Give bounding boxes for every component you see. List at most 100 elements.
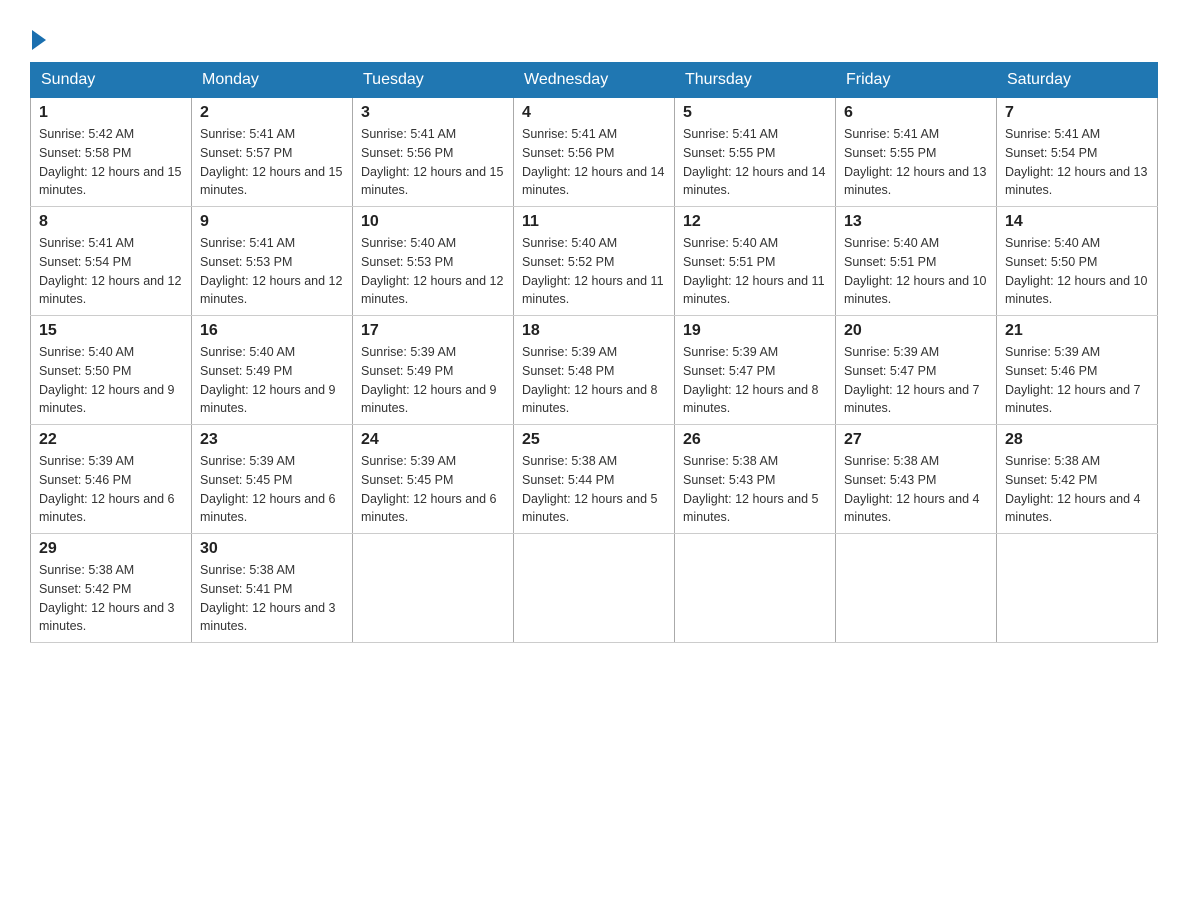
day-number: 19 [683,322,827,340]
header-sunday: Sunday [31,63,192,98]
logo [30,20,46,52]
day-number: 25 [522,431,666,449]
calendar-cell: 1 Sunrise: 5:42 AMSunset: 5:58 PMDaylight… [31,98,192,207]
day-info: Sunrise: 5:40 AMSunset: 5:49 PMDaylight:… [200,343,344,418]
calendar-cell: 19 Sunrise: 5:39 AMSunset: 5:47 PMDayligh… [675,316,836,425]
calendar-cell: 24 Sunrise: 5:39 AMSunset: 5:45 PMDayligh… [353,425,514,534]
calendar-week-row: 22Sunrise: 5:39 AMSunset: 5:46 PMDayligh… [31,425,1158,534]
day-info: Sunrise: 5:38 AMSunset: 5:42 PMDaylight:… [39,561,183,636]
calendar-cell: 27Sunrise: 5:38 AMSunset: 5:43 PMDayligh… [836,425,997,534]
day-info: Sunrise: 5:40 AMSunset: 5:51 PMDaylight:… [844,234,988,309]
day-number: 12 [683,213,827,231]
calendar-cell: 9 Sunrise: 5:41 AMSunset: 5:53 PMDaylight… [192,207,353,316]
day-number: 1 [39,104,183,122]
calendar-cell: 6 Sunrise: 5:41 AMSunset: 5:55 PMDaylight… [836,98,997,207]
calendar-week-row: 29 Sunrise: 5:38 AMSunset: 5:42 PMDayligh… [31,534,1158,643]
day-info: Sunrise: 5:39 AMSunset: 5:47 PMDaylight:… [683,343,827,418]
day-info: Sunrise: 5:40 AMSunset: 5:52 PMDaylight:… [522,234,666,309]
day-number: 13 [844,213,988,231]
day-number: 10 [361,213,505,231]
calendar-cell: 18 Sunrise: 5:39 AMSunset: 5:48 PMDayligh… [514,316,675,425]
day-info: Sunrise: 5:39 AMSunset: 5:46 PMDaylight:… [39,452,183,527]
calendar-cell: 8 Sunrise: 5:41 AMSunset: 5:54 PMDaylight… [31,207,192,316]
day-info: Sunrise: 5:39 AMSunset: 5:48 PMDaylight:… [522,343,666,418]
logo-triangle-icon [32,30,46,50]
header-wednesday: Wednesday [514,63,675,98]
day-info: Sunrise: 5:41 AMSunset: 5:54 PMDaylight:… [39,234,183,309]
calendar-cell: 17 Sunrise: 5:39 AMSunset: 5:49 PMDayligh… [353,316,514,425]
day-number: 6 [844,104,988,122]
calendar-cell: 16 Sunrise: 5:40 AMSunset: 5:49 PMDayligh… [192,316,353,425]
day-info: Sunrise: 5:42 AMSunset: 5:58 PMDaylight:… [39,125,183,200]
day-info: Sunrise: 5:41 AMSunset: 5:54 PMDaylight:… [1005,125,1149,200]
day-number: 9 [200,213,344,231]
calendar-table: SundayMondayTuesdayWednesdayThursdayFrid… [30,62,1158,643]
day-info: Sunrise: 5:38 AMSunset: 5:41 PMDaylight:… [200,561,344,636]
calendar-cell [675,534,836,643]
day-number: 30 [200,540,344,558]
day-number: 5 [683,104,827,122]
calendar-cell: 12 Sunrise: 5:40 AMSunset: 5:51 PMDayligh… [675,207,836,316]
calendar-cell: 4Sunrise: 5:41 AMSunset: 5:56 PMDaylight… [514,98,675,207]
calendar-cell: 5 Sunrise: 5:41 AMSunset: 5:55 PMDaylight… [675,98,836,207]
day-info: Sunrise: 5:38 AMSunset: 5:42 PMDaylight:… [1005,452,1149,527]
day-info: Sunrise: 5:41 AMSunset: 5:57 PMDaylight:… [200,125,344,200]
calendar-cell [997,534,1158,643]
calendar-cell: 15 Sunrise: 5:40 AMSunset: 5:50 PMDayligh… [31,316,192,425]
calendar-cell [836,534,997,643]
day-number: 3 [361,104,505,122]
calendar-cell [353,534,514,643]
day-number: 4 [522,104,666,122]
calendar-week-row: 15 Sunrise: 5:40 AMSunset: 5:50 PMDayligh… [31,316,1158,425]
day-number: 17 [361,322,505,340]
day-info: Sunrise: 5:39 AMSunset: 5:46 PMDaylight:… [1005,343,1149,418]
day-number: 8 [39,213,183,231]
day-info: Sunrise: 5:39 AMSunset: 5:47 PMDaylight:… [844,343,988,418]
calendar-cell: 28 Sunrise: 5:38 AMSunset: 5:42 PMDayligh… [997,425,1158,534]
calendar-cell: 11Sunrise: 5:40 AMSunset: 5:52 PMDayligh… [514,207,675,316]
day-number: 26 [683,431,827,449]
day-number: 15 [39,322,183,340]
calendar-cell: 20 Sunrise: 5:39 AMSunset: 5:47 PMDayligh… [836,316,997,425]
day-info: Sunrise: 5:39 AMSunset: 5:45 PMDaylight:… [361,452,505,527]
calendar-cell: 7Sunrise: 5:41 AMSunset: 5:54 PMDaylight… [997,98,1158,207]
day-number: 16 [200,322,344,340]
calendar-cell: 10 Sunrise: 5:40 AMSunset: 5:53 PMDayligh… [353,207,514,316]
day-number: 29 [39,540,183,558]
day-info: Sunrise: 5:38 AMSunset: 5:43 PMDaylight:… [844,452,988,527]
day-info: Sunrise: 5:38 AMSunset: 5:44 PMDaylight:… [522,452,666,527]
calendar-cell: 29 Sunrise: 5:38 AMSunset: 5:42 PMDayligh… [31,534,192,643]
day-info: Sunrise: 5:40 AMSunset: 5:50 PMDaylight:… [39,343,183,418]
day-number: 18 [522,322,666,340]
day-number: 14 [1005,213,1149,231]
day-number: 21 [1005,322,1149,340]
day-info: Sunrise: 5:39 AMSunset: 5:45 PMDaylight:… [200,452,344,527]
day-number: 24 [361,431,505,449]
calendar-cell: 3Sunrise: 5:41 AMSunset: 5:56 PMDaylight… [353,98,514,207]
day-info: Sunrise: 5:40 AMSunset: 5:50 PMDaylight:… [1005,234,1149,309]
header-thursday: Thursday [675,63,836,98]
calendar-cell [514,534,675,643]
day-number: 2 [200,104,344,122]
calendar-cell: 30 Sunrise: 5:38 AMSunset: 5:41 PMDayligh… [192,534,353,643]
calendar-cell: 13 Sunrise: 5:40 AMSunset: 5:51 PMDayligh… [836,207,997,316]
calendar-header-row: SundayMondayTuesdayWednesdayThursdayFrid… [31,63,1158,98]
calendar-cell: 25 Sunrise: 5:38 AMSunset: 5:44 PMDayligh… [514,425,675,534]
day-number: 20 [844,322,988,340]
calendar-cell: 21 Sunrise: 5:39 AMSunset: 5:46 PMDayligh… [997,316,1158,425]
day-number: 28 [1005,431,1149,449]
header-saturday: Saturday [997,63,1158,98]
day-info: Sunrise: 5:41 AMSunset: 5:55 PMDaylight:… [683,125,827,200]
calendar-cell: 26Sunrise: 5:38 AMSunset: 5:43 PMDayligh… [675,425,836,534]
day-info: Sunrise: 5:41 AMSunset: 5:53 PMDaylight:… [200,234,344,309]
header-tuesday: Tuesday [353,63,514,98]
day-info: Sunrise: 5:39 AMSunset: 5:49 PMDaylight:… [361,343,505,418]
day-info: Sunrise: 5:40 AMSunset: 5:51 PMDaylight:… [683,234,827,309]
day-info: Sunrise: 5:41 AMSunset: 5:55 PMDaylight:… [844,125,988,200]
calendar-cell: 14 Sunrise: 5:40 AMSunset: 5:50 PMDayligh… [997,207,1158,316]
page-header [30,20,1158,52]
calendar-cell: 2 Sunrise: 5:41 AMSunset: 5:57 PMDaylight… [192,98,353,207]
header-friday: Friday [836,63,997,98]
day-info: Sunrise: 5:40 AMSunset: 5:53 PMDaylight:… [361,234,505,309]
day-number: 23 [200,431,344,449]
